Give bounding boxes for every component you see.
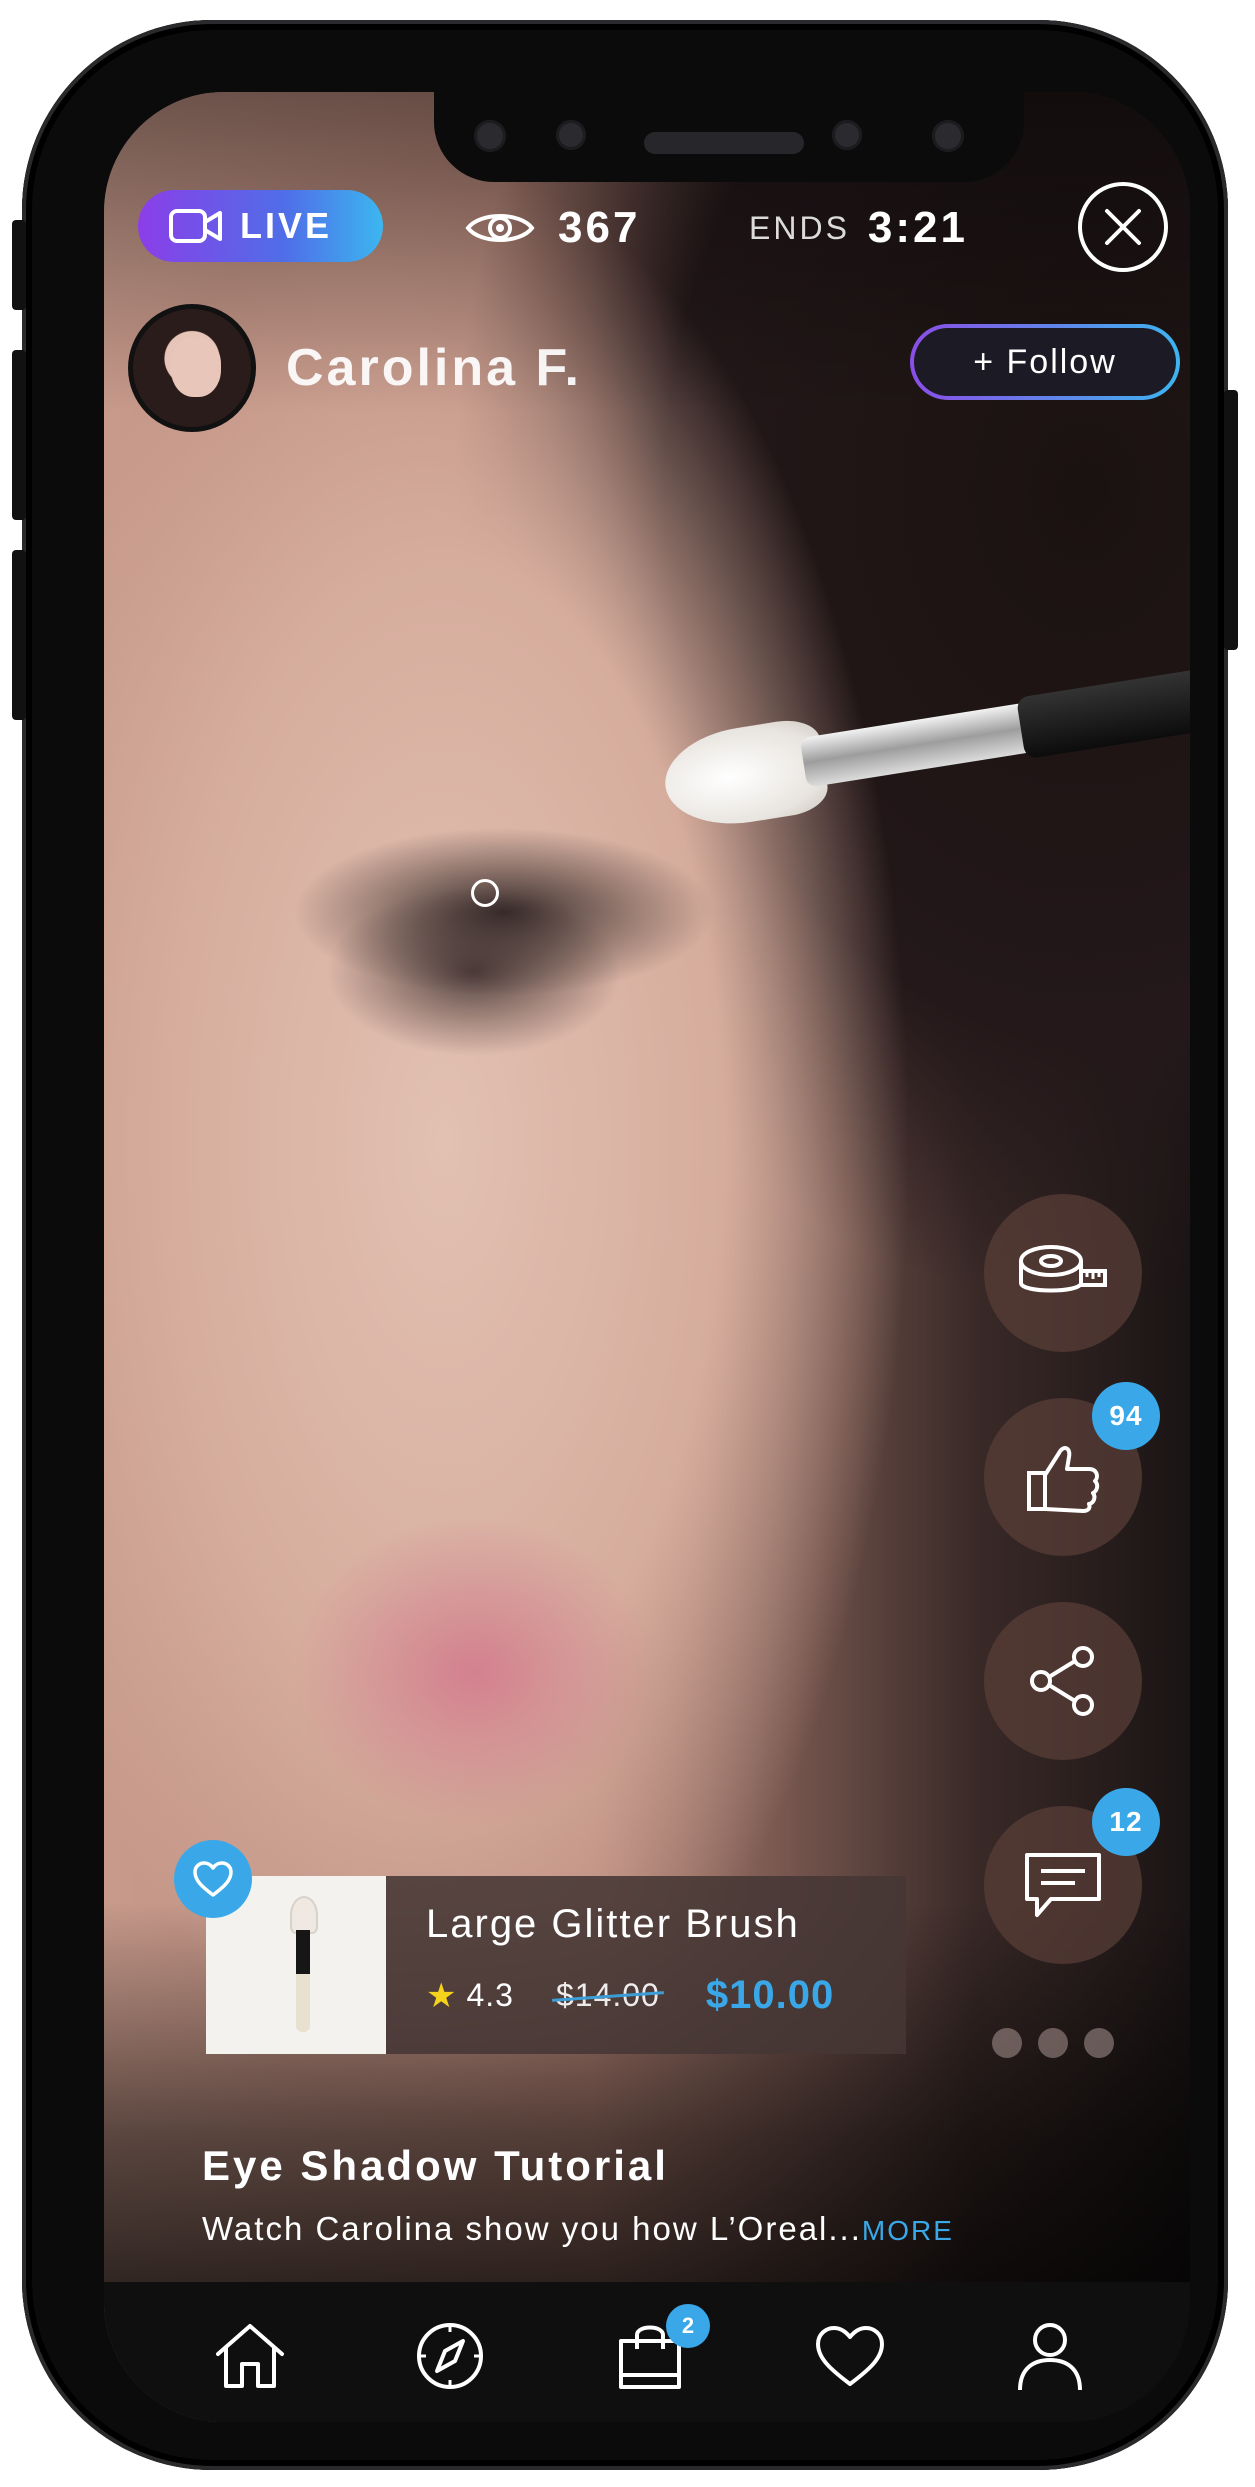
tab-favorites[interactable] (810, 2316, 890, 2396)
live-label: LIVE (240, 205, 333, 246)
more-link[interactable]: MORE (862, 2215, 954, 2246)
live-badge: LIVE (138, 190, 383, 262)
video-description: Watch Carolina show you how L’Oreal...MO… (202, 2210, 954, 2248)
side-button-volume-down (12, 550, 26, 720)
product-rating: 4.3 (466, 1977, 514, 2013)
product-title: Large Glitter Brush (426, 1902, 800, 1946)
likes-count-badge: 94 (1092, 1382, 1160, 1450)
focus-indicator (471, 879, 499, 907)
viewer-count-value: 367 (558, 203, 641, 252)
comments-count-badge: 12 (1092, 1788, 1160, 1856)
video-description-text: Watch Carolina show you how L’Oreal... (202, 2210, 862, 2247)
host-name[interactable]: Carolina F. (286, 338, 582, 398)
tab-explore[interactable] (410, 2316, 490, 2396)
measuring-tape-icon (1019, 1245, 1107, 1293)
star-icon: ★ (426, 1976, 457, 2015)
more-options-button[interactable] (992, 2028, 1114, 2058)
product-card[interactable]: Large Glitter Brush ★ 4.3 $14.00 $10.00 (206, 1876, 906, 2054)
home-icon (216, 2324, 284, 2388)
thumbs-up-icon (1027, 1446, 1100, 1513)
phone-notch (434, 92, 1024, 182)
live-stream-screen: LIVE 367 ENDS 3:21 Carolina F. + Follow (104, 92, 1190, 2422)
avatar[interactable] (128, 304, 256, 432)
share-icon (1030, 1646, 1094, 1716)
heart-icon (816, 2326, 884, 2386)
host-profile[interactable]: Carolina F. (128, 304, 582, 432)
cart-count-badge: 2 (666, 2304, 710, 2348)
measure-button[interactable] (984, 1194, 1142, 1352)
share-button[interactable] (984, 1602, 1142, 1760)
ends-timer: ENDS 3:21 (749, 192, 968, 264)
video-title: Eye Shadow Tutorial (202, 2142, 669, 2189)
bottom-tab-bar: 2 (104, 2282, 1190, 2422)
side-button-power (1224, 390, 1238, 650)
close-icon (1105, 209, 1141, 245)
comment-icon (1025, 1853, 1101, 1917)
compass-icon (417, 2323, 483, 2389)
side-button-volume-up (12, 350, 26, 520)
follow-button[interactable]: + Follow (910, 324, 1180, 400)
product-sale-price: $10.00 (705, 1973, 835, 2017)
close-button[interactable] (1078, 182, 1168, 272)
user-icon (1018, 2323, 1082, 2391)
tab-profile[interactable] (1010, 2316, 1090, 2396)
favorite-product-button[interactable] (174, 1840, 252, 1918)
heart-icon (193, 1861, 233, 1897)
ends-time: 3:21 (867, 203, 968, 252)
product-original-price: $14.00 (555, 1977, 660, 2013)
side-button-mute (12, 220, 26, 310)
viewer-count: 367 (464, 192, 640, 264)
ends-label: ENDS (749, 209, 850, 246)
video-camera-icon (169, 209, 222, 243)
phone-frame: LIVE 367 ENDS 3:21 Carolina F. + Follow (12, 20, 1238, 2470)
eye-icon (465, 214, 535, 242)
tab-home[interactable] (210, 2316, 290, 2396)
